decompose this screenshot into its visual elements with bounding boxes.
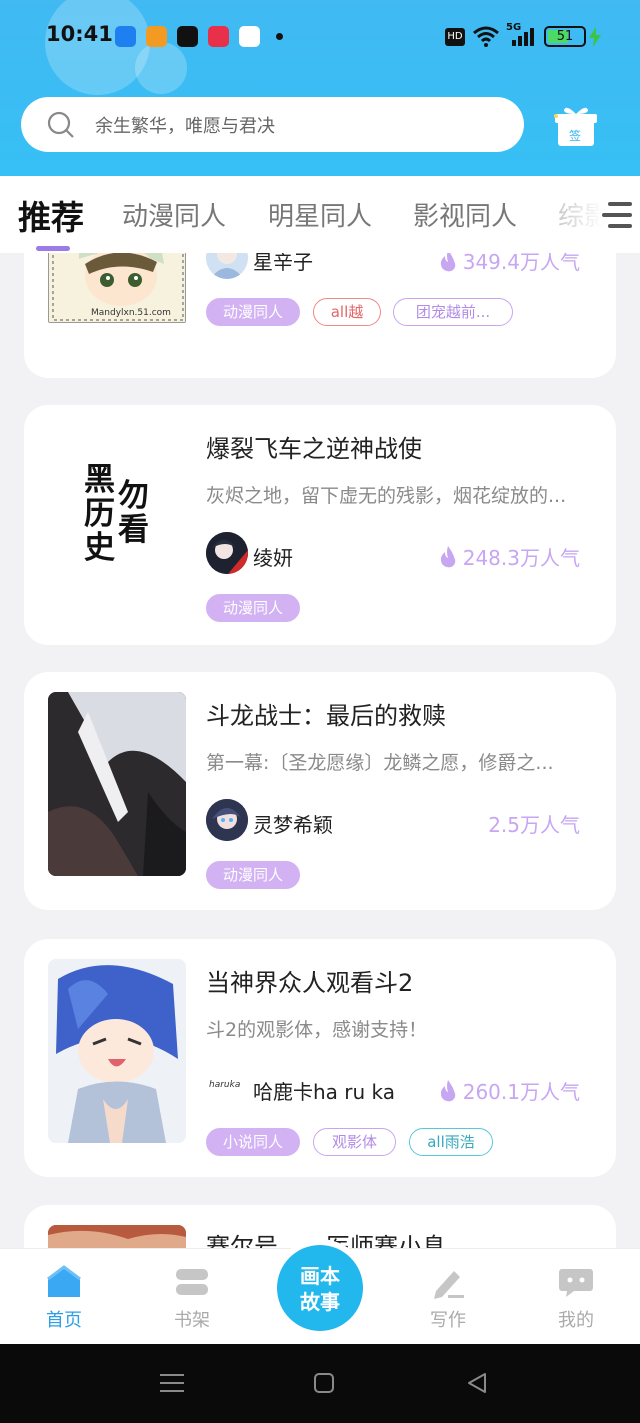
nav-mine-label: 我的 [558,1310,594,1331]
draw-story-line2: 故事 [300,1290,340,1314]
story-title[interactable]: 当神界众人观看斗2 [206,963,413,998]
decorative-bubble [45,0,150,95]
story-tag[interactable]: 团宠越前... [393,298,513,326]
active-tab-indicator [36,246,70,251]
nav-write-label: 写作 [430,1310,466,1331]
wifi-icon [473,26,499,47]
story-card[interactable]: 斗龙战士：最后的救赎 第一幕:〔圣龙愿缘〕龙鳞之愿，修爵之... 灵梦希颖 2.… [24,672,616,910]
cover-text: 勿看 [118,478,149,548]
cover-text: 黑历史 [84,462,115,566]
story-card[interactable]: 赛尔号……医师赛小息 [24,1205,616,1248]
story-title[interactable]: 斗龙战士：最后的救赎 [206,696,446,731]
mail-app-icon [239,26,260,47]
recents-icon[interactable] [160,1372,184,1394]
flame-icon [440,1080,456,1102]
app-header: 10:41 HD 5G 51 余生繁华，唯愿与君决 签 [0,0,640,176]
dark-romance-illustration [48,692,186,876]
search-icon [47,111,74,138]
douyin-app-icon [177,26,198,47]
author-avatar[interactable] [206,799,248,841]
story-card[interactable]: 当神界众人观看斗2 斗2的观影体，感谢支持！ haruka 哈鹿卡ha ru k… [24,939,616,1177]
flame-icon [440,546,456,568]
flame-icon [440,253,455,272]
story-card[interactable]: 黑历史 勿看 爆裂飞车之逆神战使 灰烬之地，留下虚无的残影，烟花绽放的... 绫… [24,405,616,645]
nav-home[interactable]: 首页 [34,1249,94,1339]
popularity-count: 248.3万人气 [439,542,580,571]
charging-icon [589,27,601,47]
popularity-count: 2.5万人气 [488,809,580,838]
tab-recommend[interactable]: 推荐 [18,191,84,239]
story-card[interactable]: Mandylxn.51.com 星辛子 349.4万人气 动漫同人 all越 团… [24,253,616,378]
daily-signin-button[interactable]: 签 [552,104,598,148]
popularity-text: 248.3万人气 [462,546,580,570]
nav-bookshelf[interactable]: 书架 [162,1249,222,1339]
story-feed: Mandylxn.51.com 星辛子 349.4万人气 动漫同人 all越 团… [0,253,640,1248]
story-tag[interactable]: 动漫同人 [206,298,300,326]
back-triangle-icon[interactable] [466,1372,488,1394]
author-name[interactable]: 灵梦希颖 [253,809,333,838]
author-avatar[interactable] [206,253,248,279]
draw-story-line1: 画本 [300,1264,340,1288]
author-avatar[interactable] [206,532,248,574]
pencil-icon [434,1271,464,1299]
home-square-icon[interactable] [313,1372,335,1394]
story-description: 灰烬之地，留下虚无的残影，烟花绽放的... [206,485,567,507]
author-name[interactable]: 哈鹿卡ha ru ka [253,1076,395,1105]
category-tabs: 推荐 动漫同人 明星同人 影视同人 综影 [0,176,640,253]
story-description: 斗2的观影体，感谢支持！ [206,1019,428,1041]
popularity-count: 260.1万人气 [439,1076,580,1105]
shop-app-icon [208,26,229,47]
story-tag[interactable]: 小说同人 [206,1128,300,1156]
nav-bookshelf-label: 书架 [174,1310,210,1331]
story-tag[interactable]: 观影体 [313,1128,396,1156]
chat-bubble-icon [559,1269,593,1297]
menu-icon[interactable] [600,200,634,230]
bookshelf-icon [176,1269,208,1295]
story-tag[interactable]: all雨浩 [409,1128,493,1156]
story-description: 第一幕:〔圣龙愿缘〕龙鳞之愿，修爵之... [206,752,554,774]
signal-icon [512,28,534,46]
story-title[interactable]: 爆裂飞车之逆神战使 [206,429,422,464]
nav-write[interactable]: 写作 [418,1249,478,1339]
draw-story-button[interactable]: 画本 故事 [277,1245,363,1331]
popularity-text: 2.5万人气 [488,813,580,837]
story-cover-image [48,1225,186,1248]
tab-anime-fanfic[interactable]: 动漫同人 [122,196,226,233]
status-time: 10:41 [46,22,113,46]
cover-caption: Mandylxn.51.com [91,308,171,318]
story-tag[interactable]: 动漫同人 [206,594,300,622]
signin-badge-text: 签 [569,129,582,143]
author-avatar[interactable]: haruka [206,1066,248,1108]
home-icon [47,1265,81,1297]
story-cover-image [48,692,186,876]
story-cover-image: 黑历史 勿看 [48,431,186,615]
tab-celebrity-fanfic[interactable]: 明星同人 [268,196,372,233]
battery-icon: 51 [544,26,586,47]
battery-level: 51 [556,29,574,44]
author-logo: haruka [209,1080,241,1090]
anime-blue-hair-illustration [48,959,186,1143]
hd-badge: HD [445,28,465,46]
system-navigation-bar [0,1344,640,1423]
more-notifications-dot [276,33,283,40]
story-cover-image: Mandylxn.51.com [48,253,186,323]
decorative-bubble [135,42,187,94]
tab-film-fanfic[interactable]: 影视同人 [413,196,517,233]
popularity-count: 349.4万人气 [439,253,580,275]
shield-app-icon [115,26,136,47]
author-name[interactable]: 绫妍 [253,542,293,571]
story-tag[interactable]: 动漫同人 [206,861,300,889]
story-tag[interactable]: all越 [313,298,381,326]
story-cover-image [48,959,186,1143]
search-placeholder: 余生繁华，唯愿与君决 [95,116,275,137]
popularity-text: 349.4万人气 [462,253,580,274]
popularity-text: 260.1万人气 [462,1080,580,1104]
nav-mine[interactable]: 我的 [546,1249,606,1339]
search-bar[interactable]: 余生繁华，唯愿与君决 [21,97,524,152]
nav-home-label: 首页 [46,1310,82,1331]
taobao-app-icon [146,26,167,47]
author-name[interactable]: 星辛子 [253,253,313,275]
